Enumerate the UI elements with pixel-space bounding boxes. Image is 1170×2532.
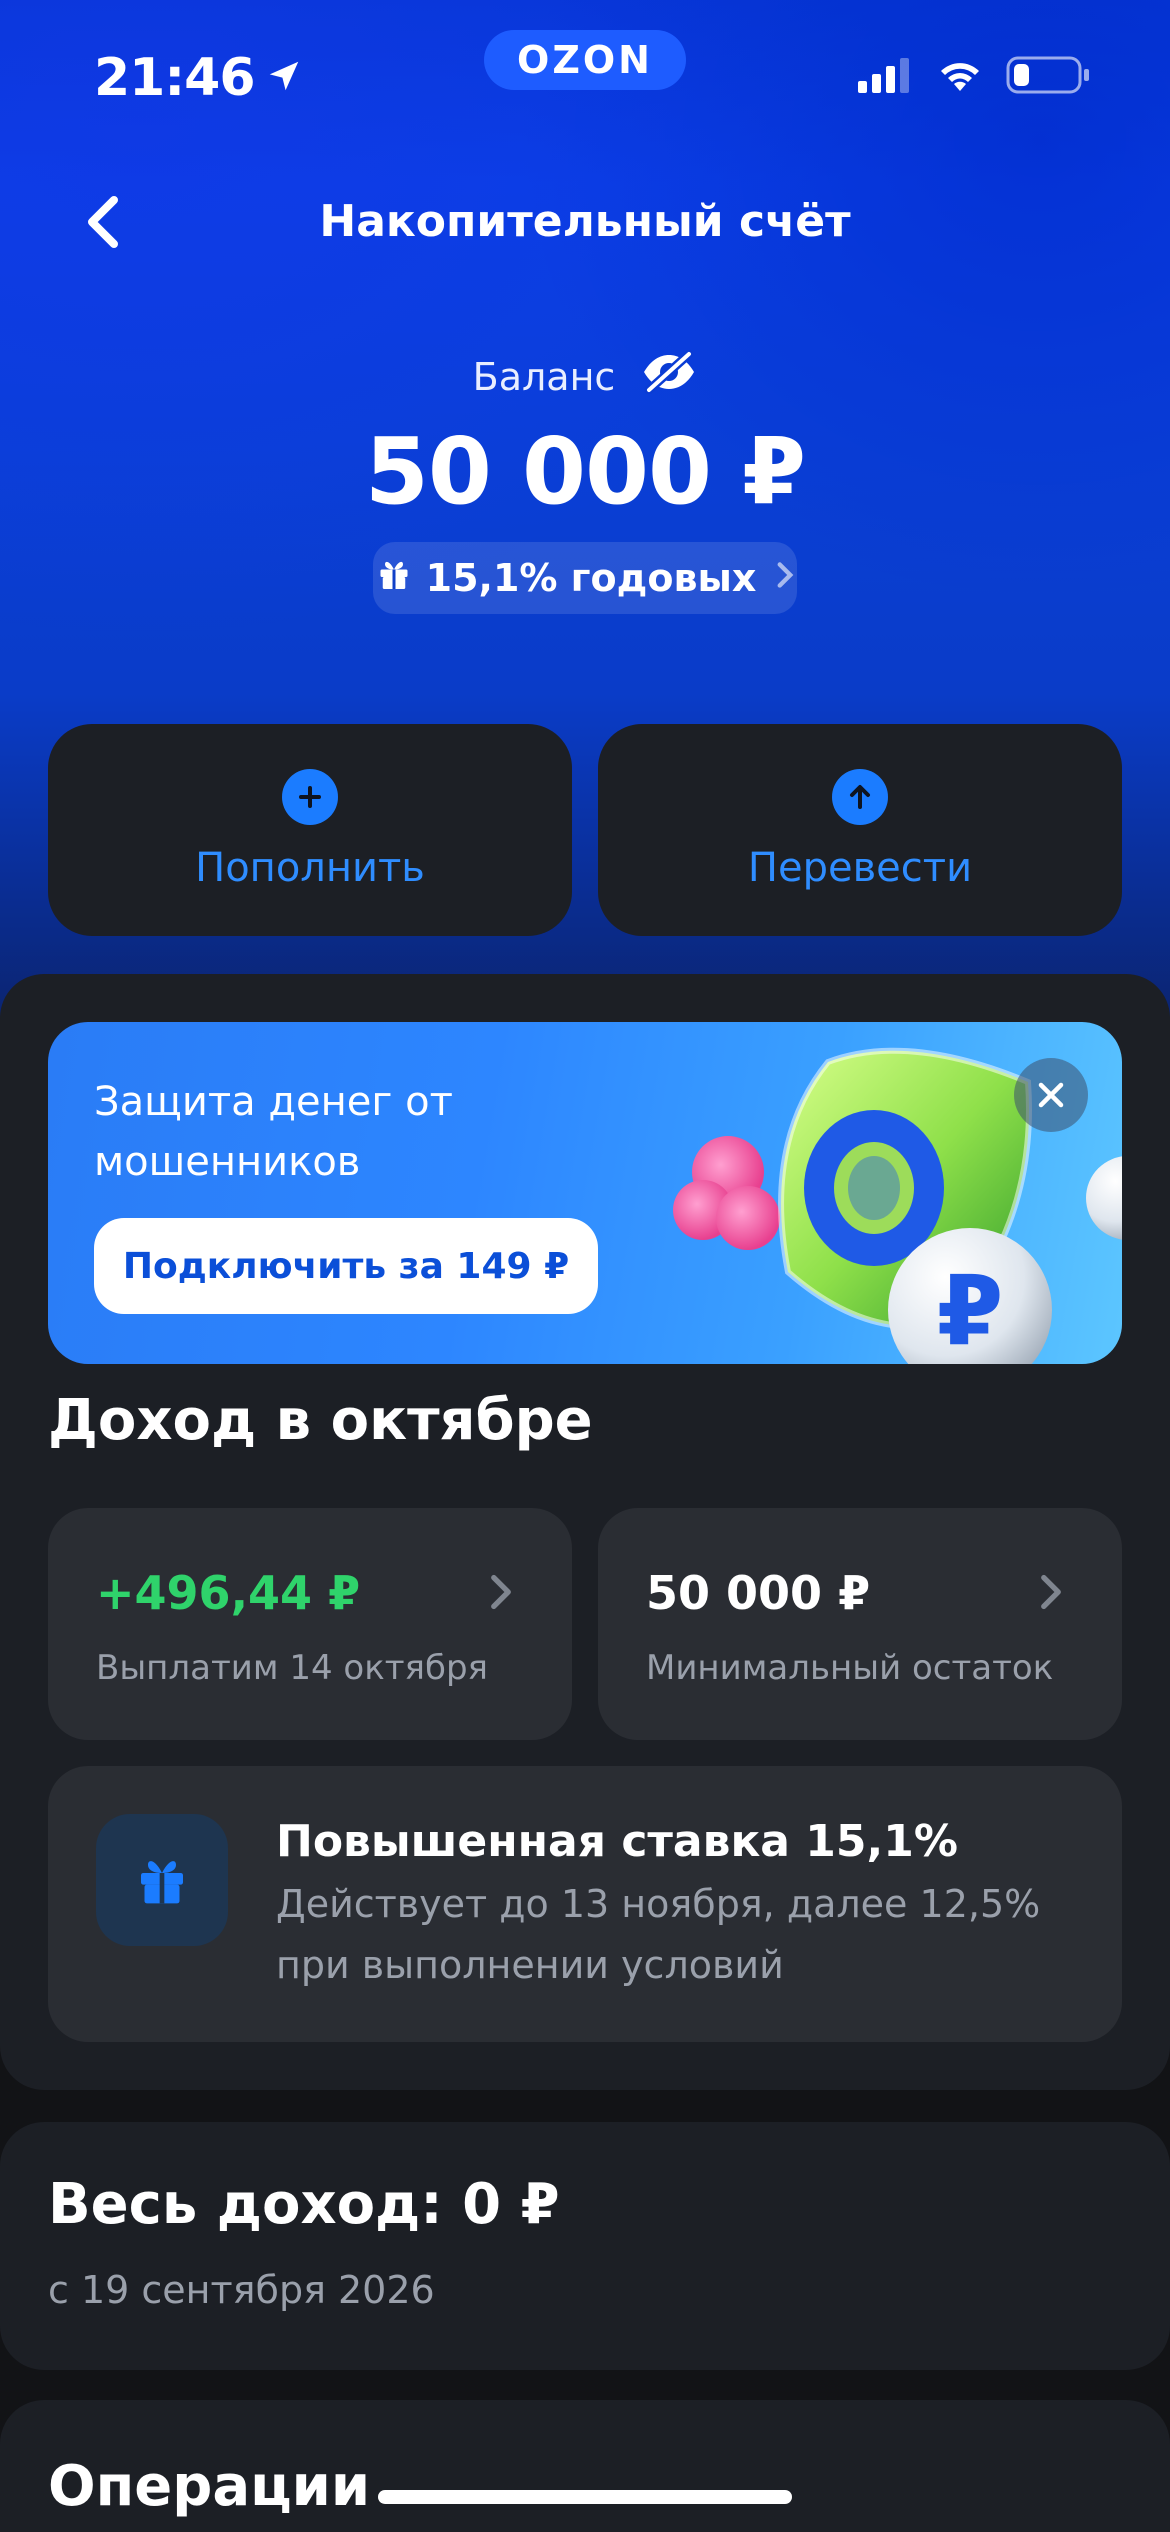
topup-button[interactable]: Пополнить — [48, 724, 572, 936]
topup-label: Пополнить — [195, 845, 425, 891]
payout-card[interactable]: +496,44 ₽ Выплатим 14 октября — [48, 1508, 572, 1740]
close-banner-button[interactable] — [1014, 1058, 1088, 1132]
interest-rate-chip[interactable]: 15,1% годовых — [373, 542, 797, 614]
cellular-signal-icon — [858, 57, 914, 97]
gift-icon — [376, 556, 412, 601]
close-icon — [1038, 1082, 1064, 1108]
transfer-label: Перевести — [747, 845, 973, 891]
promo-title: Защита денег от мошенников — [94, 1079, 453, 1185]
balance-label: Баланс — [472, 354, 616, 399]
chevron-right-icon — [1040, 1574, 1062, 1614]
transfer-button[interactable]: Перевести — [598, 724, 1122, 936]
payout-label: Выплатим 14 октября — [96, 1648, 488, 1688]
arrow-up-icon — [832, 769, 888, 825]
page-title: Накопительный счёт — [319, 196, 851, 247]
balance-amount: 50 000 ₽ — [364, 418, 806, 525]
operations-title: Операции — [48, 2454, 371, 2519]
connect-protection-button[interactable]: Подключить за 149 ₽ — [94, 1218, 598, 1314]
boosted-rate-description: Действует до 13 ноября, далее 12,5% при … — [276, 1882, 1041, 1987]
battery-icon — [1006, 56, 1090, 98]
interest-rate-text: 15,1% годовых — [425, 556, 757, 600]
wifi-icon — [936, 57, 984, 97]
balance-label-row: Баланс — [0, 349, 1170, 403]
ozon-logo: OZON — [484, 30, 686, 90]
ozon-logo-text: OZON — [517, 38, 653, 82]
monthly-income-title: Доход в октябре — [48, 1388, 593, 1453]
status-time: 21:46 — [94, 48, 303, 108]
screen: 21:46 OZON Накопительный счёт Баланс 50 … — [0, 0, 1170, 2532]
min-balance-label: Минимальный остаток — [646, 1648, 1054, 1688]
svg-text:₽: ₽ — [937, 1255, 1004, 1364]
location-arrow-icon — [265, 48, 303, 108]
boosted-rate-title: Повышенная ставка 15,1% — [276, 1816, 958, 1867]
min-balance-card[interactable]: 50 000 ₽ Минимальный остаток — [598, 1508, 1122, 1740]
total-income-since: с 19 сентября 2026 — [48, 2268, 435, 2312]
eye-off-icon[interactable] — [641, 349, 697, 403]
fraud-protection-banner[interactable]: ₽ Защита денег от мошенников Подключить … — [48, 1022, 1122, 1364]
operations-card[interactable]: Операции — [0, 2400, 1170, 2532]
total-income-card[interactable]: Весь доход: 0 ₽ с 19 сентября 2026 — [0, 2122, 1170, 2370]
status-icons — [858, 56, 1090, 98]
chevron-right-icon — [776, 559, 794, 597]
min-balance-value: 50 000 ₽ — [646, 1566, 871, 1620]
home-indicator[interactable] — [378, 2490, 792, 2504]
boosted-rate-card[interactable]: Повышенная ставка 15,1% Действует до 13 … — [48, 1766, 1122, 2042]
gift-icon — [96, 1814, 228, 1946]
plus-icon — [282, 769, 338, 825]
chevron-right-icon — [490, 1574, 512, 1614]
payout-value: +496,44 ₽ — [96, 1566, 361, 1620]
total-income-title: Весь доход: 0 ₽ — [48, 2172, 560, 2237]
status-time-text: 21:46 — [94, 48, 256, 108]
